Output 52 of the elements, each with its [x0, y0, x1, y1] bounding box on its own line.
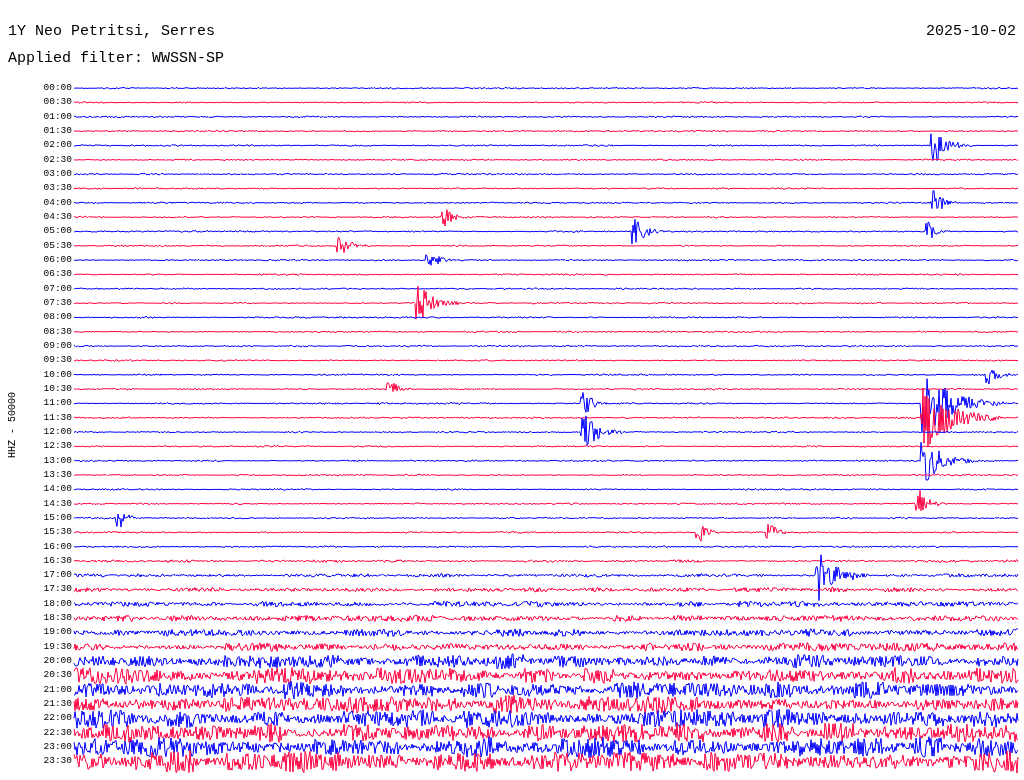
time-label: 12:00: [43, 424, 72, 439]
time-label: 01:00: [43, 109, 72, 124]
time-label: 13:30: [43, 467, 72, 482]
time-label: 21:00: [43, 682, 72, 697]
time-label: 09:00: [43, 338, 72, 353]
time-label: 11:00: [43, 396, 72, 411]
time-label: 22:30: [43, 725, 72, 740]
time-label: 05:30: [43, 238, 72, 253]
time-label: 04:30: [43, 209, 72, 224]
time-label: 01:30: [43, 124, 72, 138]
time-label: 13:00: [43, 453, 72, 468]
time-label: 19:00: [43, 625, 72, 640]
time-label: 06:30: [43, 267, 72, 282]
time-label: 21:30: [43, 697, 72, 712]
time-label: 12:30: [43, 439, 72, 454]
time-label: 10:30: [43, 381, 72, 396]
time-label: 02:30: [43, 152, 72, 167]
time-label: 23:00: [43, 740, 72, 755]
time-label: 10:00: [43, 367, 72, 382]
time-label: 09:30: [43, 353, 72, 368]
date-label: 2025-10-02: [926, 22, 1016, 40]
time-label: 23:30: [43, 754, 72, 769]
time-label: 06:00: [43, 252, 72, 267]
time-label: 07:30: [43, 295, 72, 310]
time-label: 20:30: [43, 668, 72, 683]
time-label: 18:30: [43, 611, 72, 626]
time-label: 00:00: [43, 81, 72, 95]
time-label: 14:00: [43, 482, 72, 497]
time-label: 19:30: [43, 639, 72, 654]
time-label: 03:00: [43, 166, 72, 181]
time-label: 17:00: [43, 568, 72, 583]
time-label: 08:00: [43, 310, 72, 325]
time-label: 04:00: [43, 195, 72, 210]
time-label: 11:30: [43, 410, 72, 425]
time-label: 08:30: [43, 324, 72, 339]
time-label: 17:30: [43, 582, 72, 597]
time-label: 15:30: [43, 525, 72, 540]
station-title: 1Y Neo Petritsi, Serres: [8, 22, 216, 40]
time-label: 15:00: [43, 510, 72, 525]
time-label: 20:00: [43, 654, 72, 669]
time-label: 16:00: [43, 539, 72, 554]
time-label: 05:00: [43, 224, 72, 239]
axis-label: HHZ - 50000: [6, 391, 18, 458]
time-label: 00:30: [43, 95, 72, 110]
time-label: 16:30: [43, 553, 72, 568]
time-label: 22:00: [43, 711, 72, 726]
filter-label: Applied filter: WWSSN-SP: [8, 50, 225, 67]
time-label: 14:30: [43, 496, 72, 511]
time-label: 03:30: [43, 181, 72, 196]
time-label: 18:00: [43, 596, 72, 611]
time-label: 02:00: [43, 138, 72, 153]
time-label: 07:00: [43, 281, 72, 296]
